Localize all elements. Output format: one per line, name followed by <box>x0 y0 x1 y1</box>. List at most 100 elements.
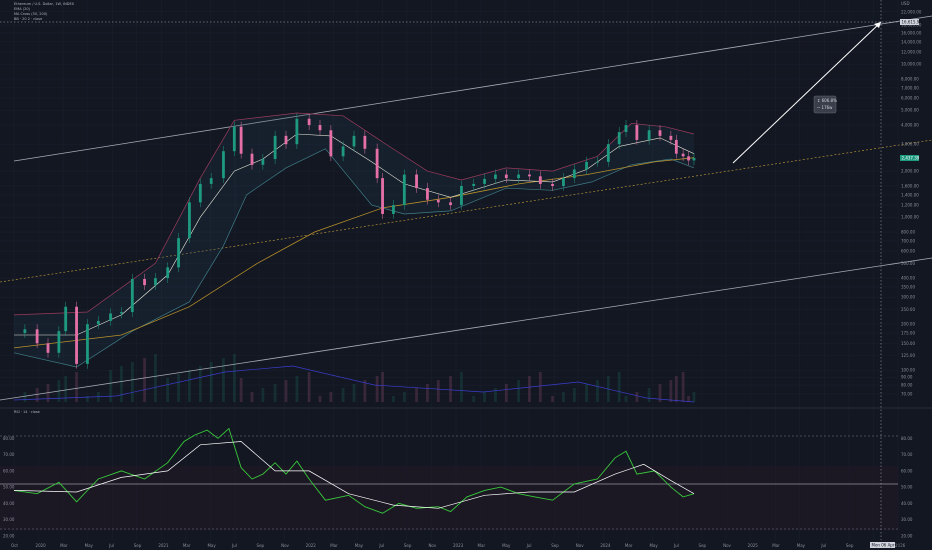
x-tick-label: Nov <box>428 543 436 548</box>
x-tick-label: Sep <box>257 543 265 548</box>
candle-body[interactable] <box>504 174 508 179</box>
volume-bar <box>562 392 565 402</box>
measure-box[interactable]: ↕ 606.8% ꟷ 176w <box>813 95 837 114</box>
candle-body[interactable] <box>460 185 463 206</box>
candle-body[interactable] <box>120 312 123 314</box>
candle-body[interactable] <box>681 153 685 157</box>
candle-body[interactable] <box>528 174 531 177</box>
candle-body[interactable] <box>402 174 406 206</box>
y-tick-label: 600.00 <box>901 249 915 254</box>
candle-body[interactable] <box>109 313 112 321</box>
candle-body[interactable] <box>166 267 170 279</box>
rsi-left-tick-label: 40.00 <box>3 501 15 506</box>
y-tick-label: 1,400.00 <box>901 192 919 197</box>
y-tick-label: 22,000.00 <box>901 9 922 14</box>
candle-body[interactable] <box>624 125 628 133</box>
rsi-left-tick-label: 80.00 <box>3 436 15 441</box>
candle-body[interactable] <box>687 156 690 161</box>
rsi-tick-label: 20.00 <box>901 534 913 539</box>
candle-body[interactable] <box>363 135 367 149</box>
volume-bar <box>250 392 254 402</box>
volume-bar <box>307 372 311 402</box>
candle-body[interactable] <box>64 306 68 332</box>
candle-body[interactable] <box>232 126 236 152</box>
candle-body[interactable] <box>239 126 243 154</box>
candle-body[interactable] <box>154 278 157 286</box>
candle-body[interactable] <box>96 320 100 325</box>
x-tick-label: Jul <box>673 543 679 548</box>
candle-body[interactable] <box>392 205 395 214</box>
candle-body[interactable] <box>35 329 39 344</box>
candle-body[interactable] <box>284 135 288 145</box>
candle-body[interactable] <box>669 135 673 140</box>
y-tick-label: 16,000.00 <box>901 30 922 35</box>
x-tick-label: May <box>355 543 364 548</box>
candle-body[interactable] <box>273 135 277 160</box>
candle-body[interactable] <box>352 135 356 147</box>
volume-bar <box>295 376 299 402</box>
candle-body[interactable] <box>261 159 265 165</box>
y-tick-label: 200.00 <box>901 322 915 327</box>
y-tick-label: 10,000.00 <box>901 62 922 67</box>
candle-body[interactable] <box>130 278 134 313</box>
candle-body[interactable] <box>517 174 520 179</box>
candle-body[interactable] <box>198 183 202 203</box>
candle-body[interactable] <box>572 169 576 179</box>
candle-body[interactable] <box>449 202 452 206</box>
volume-bar <box>154 354 157 402</box>
volume-bar <box>177 374 180 402</box>
legend-bb[interactable]: BB · 20 2 · close <box>14 17 74 22</box>
candle-body[interactable] <box>46 343 50 353</box>
candle-body[interactable] <box>494 174 497 179</box>
candle-body[interactable] <box>86 324 89 364</box>
y-tick-label: 800.00 <box>901 230 915 235</box>
x-tick-label: May <box>502 543 511 548</box>
candle-body[interactable] <box>177 238 180 268</box>
crosshair-date-tag: Mon 06 Apr '26 <box>870 542 902 548</box>
candle-body[interactable] <box>329 130 333 157</box>
candle-body[interactable] <box>143 278 146 286</box>
candle-body[interactable] <box>57 331 61 353</box>
rsi-tick-label: 50.00 <box>901 485 913 490</box>
candle-body[interactable] <box>674 139 678 154</box>
candle-body[interactable] <box>75 306 78 364</box>
candle-body[interactable] <box>692 158 696 161</box>
x-tick-label: Sep <box>404 543 412 548</box>
candle-body[interactable] <box>318 125 322 131</box>
candle-body[interactable] <box>375 148 379 179</box>
candle-body[interactable] <box>596 161 599 163</box>
volume-bar <box>538 372 542 402</box>
candle-body[interactable] <box>483 178 486 184</box>
candle-body[interactable] <box>209 178 213 184</box>
candle-body[interactable] <box>585 161 588 170</box>
candle-body[interactable] <box>472 183 476 186</box>
rsi-legend[interactable]: RSI · 14 · close <box>14 410 40 415</box>
volume-bar <box>166 378 170 402</box>
candle-body[interactable] <box>562 178 565 186</box>
x-tick-label: May <box>85 543 94 548</box>
candle-body[interactable] <box>426 188 429 200</box>
candle-body[interactable] <box>381 178 384 214</box>
candle-body[interactable] <box>658 130 662 136</box>
candle-body[interactable] <box>295 118 299 145</box>
candle-body[interactable] <box>551 183 554 186</box>
y-tick-label: 175.00 <box>901 331 915 336</box>
volume-bar <box>669 380 673 402</box>
candle-body[interactable] <box>606 144 610 162</box>
rsi-tick-label: 30.00 <box>901 517 913 522</box>
candle-body[interactable] <box>188 202 191 239</box>
candle-body[interactable] <box>23 329 27 334</box>
candle-body[interactable] <box>415 174 418 189</box>
candle-body[interactable] <box>250 153 254 165</box>
candle-body[interactable] <box>307 118 311 126</box>
candle-body[interactable] <box>617 132 621 145</box>
measure-percent: ↕ 606.8% <box>817 98 837 103</box>
candle-body[interactable] <box>222 151 225 179</box>
chart-canvas[interactable]: 22,000.0018,000.0016,000.0014,000.0012,0… <box>0 0 932 550</box>
volume-bar <box>436 380 440 402</box>
candle-body[interactable] <box>647 130 651 140</box>
candle-body[interactable] <box>341 146 345 157</box>
candle-body[interactable] <box>635 125 639 140</box>
candle-body[interactable] <box>538 176 542 184</box>
candle-body[interactable] <box>436 199 440 203</box>
